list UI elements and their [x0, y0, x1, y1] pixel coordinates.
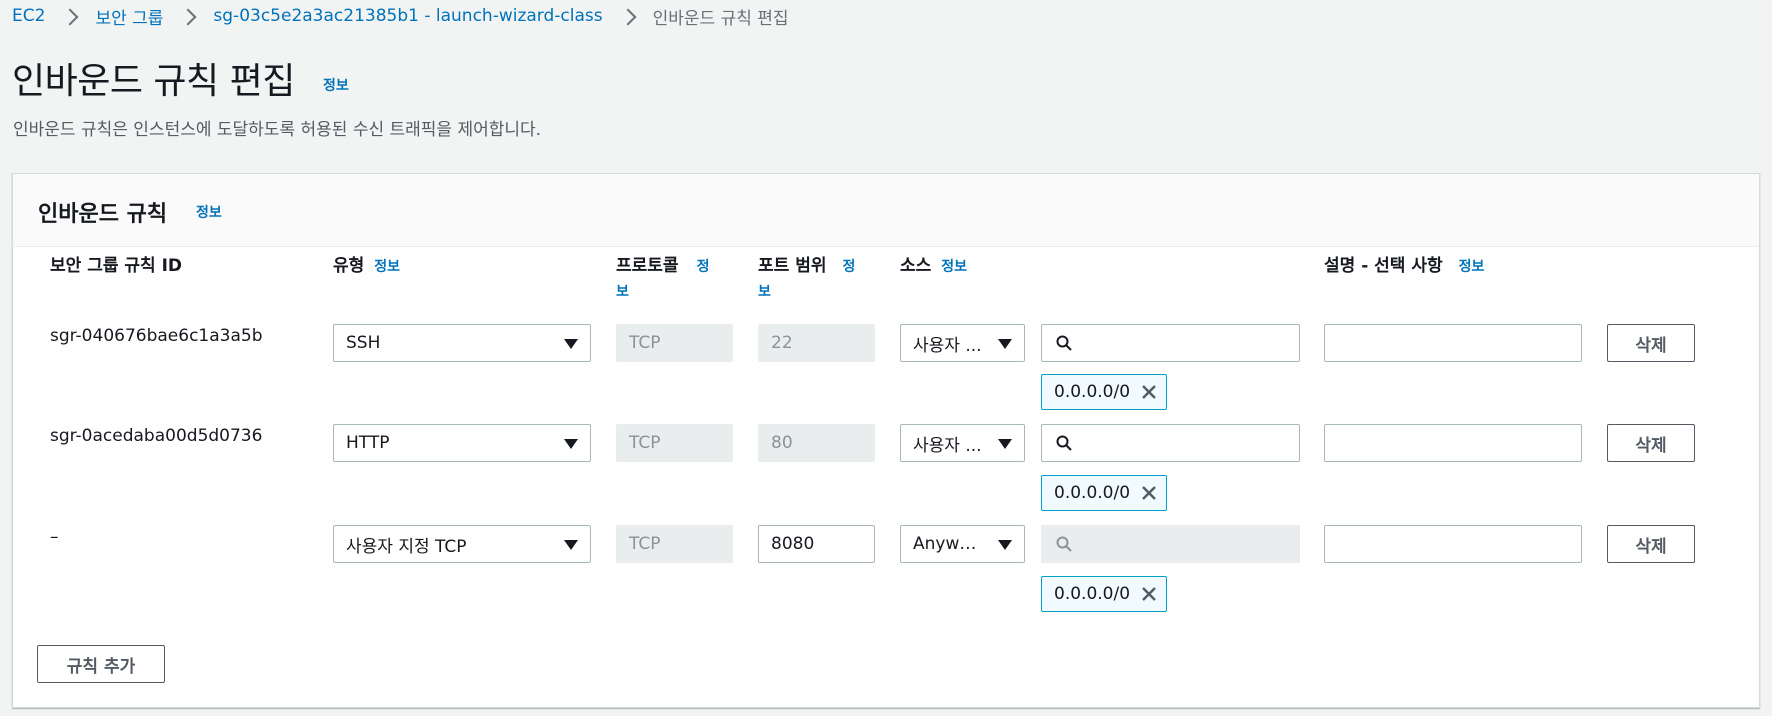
type-info-link[interactable]: 정보: [374, 259, 400, 275]
close-icon[interactable]: [1140, 484, 1158, 502]
protocol-info-link[interactable]: 정: [697, 259, 710, 275]
close-icon[interactable]: [1140, 585, 1158, 603]
caret-down-icon: [564, 339, 578, 349]
delete-button[interactable]: 삭제: [1607, 525, 1695, 563]
cidr-token: 0.0.0.0/0: [1041, 374, 1167, 410]
description-input[interactable]: [1324, 324, 1582, 362]
page-description: 인바운드 규칙은 인스턴스에 도달하도록 허용된 수신 트래픽을 제어합니다.: [13, 120, 542, 140]
cidr-search-input[interactable]: [1041, 424, 1300, 462]
caret-down-icon: [564, 439, 578, 449]
source-type-select[interactable]: 사용자 ...: [900, 424, 1025, 462]
caret-down-icon: [564, 540, 578, 550]
port-range-field: 80: [758, 424, 875, 462]
breadcrumb-security-group[interactable]: sg-03c5e2a3ac21385b1 - launch-wizard-cla…: [213, 6, 602, 26]
add-rule-button[interactable]: 규칙 추가: [37, 645, 165, 683]
col-header-protocol: 프로토콜 정 보: [616, 256, 710, 300]
col-header-description: 설명 - 선택 사항 정보: [1324, 256, 1485, 276]
caret-down-icon: [998, 540, 1012, 550]
protocol-field: TCP: [616, 525, 733, 563]
col-header-source: 소스 정보: [900, 256, 968, 276]
protocol-info-link-cont[interactable]: 보: [616, 284, 629, 300]
caret-down-icon: [998, 439, 1012, 449]
search-icon: [1056, 335, 1072, 351]
source-type-select[interactable]: Anywh...: [900, 525, 1025, 563]
breadcrumb-security-groups[interactable]: 보안 그룹: [95, 4, 163, 29]
description-input[interactable]: [1324, 525, 1582, 563]
panel-title: 인바운드 규칙: [38, 202, 168, 227]
page-info-link[interactable]: 정보: [323, 75, 349, 95]
rule-id: –: [50, 527, 59, 547]
cidr-search-input[interactable]: [1041, 324, 1300, 362]
close-icon[interactable]: [1140, 383, 1158, 401]
type-select[interactable]: 사용자 지정 TCP: [333, 525, 591, 563]
type-select[interactable]: SSH: [333, 324, 591, 362]
cidr-token: 0.0.0.0/0: [1041, 576, 1167, 612]
page-title: 인바운드 규칙 편집: [12, 61, 295, 102]
protocol-field: TCP: [616, 424, 733, 462]
description-input[interactable]: [1324, 424, 1582, 462]
breadcrumb-current: 인바운드 규칙 편집: [652, 8, 789, 29]
cidr-token: 0.0.0.0/0: [1041, 475, 1167, 511]
breadcrumb-ec2[interactable]: EC2: [12, 6, 45, 26]
rule-id: sgr-040676bae6c1a3a5b: [50, 326, 263, 346]
type-select[interactable]: HTTP: [333, 424, 591, 462]
port-info-link-cont[interactable]: 보: [758, 284, 771, 300]
caret-down-icon: [998, 339, 1012, 349]
port-range-field: 22: [758, 324, 875, 362]
port-info-link[interactable]: 정: [842, 259, 855, 275]
port-range-input[interactable]: 8080: [758, 525, 875, 563]
cidr-search-input: [1041, 525, 1300, 563]
panel-info-link[interactable]: 정보: [196, 202, 222, 222]
rule-id: sgr-0acedaba00d5d0736: [50, 426, 263, 446]
panel-header: 인바운드 규칙 정보: [13, 174, 1759, 247]
breadcrumb: EC2 보안 그룹 sg-03c5e2a3ac21385b1 - launch-…: [12, 4, 789, 29]
description-info-link[interactable]: 정보: [1459, 259, 1485, 275]
protocol-field: TCP: [616, 324, 733, 362]
delete-button[interactable]: 삭제: [1607, 424, 1695, 462]
col-header-rule-id: 보안 그룹 규칙 ID: [50, 256, 183, 276]
chevron-right-icon: [617, 4, 639, 28]
delete-button[interactable]: 삭제: [1607, 324, 1695, 362]
chevron-right-icon: [177, 4, 199, 28]
search-icon: [1056, 435, 1072, 451]
col-header-type: 유형 정보: [333, 256, 401, 276]
col-header-port-range: 포트 범위 정 보: [758, 256, 856, 300]
source-info-link[interactable]: 정보: [941, 259, 967, 275]
chevron-right-icon: [59, 4, 81, 28]
source-type-select[interactable]: 사용자 ...: [900, 324, 1025, 362]
search-icon: [1056, 536, 1072, 552]
inbound-rules-panel: 인바운드 규칙 정보 보안 그룹 규칙 ID 유형 정보 프로토콜 정 보 포트 범위…: [12, 173, 1760, 708]
